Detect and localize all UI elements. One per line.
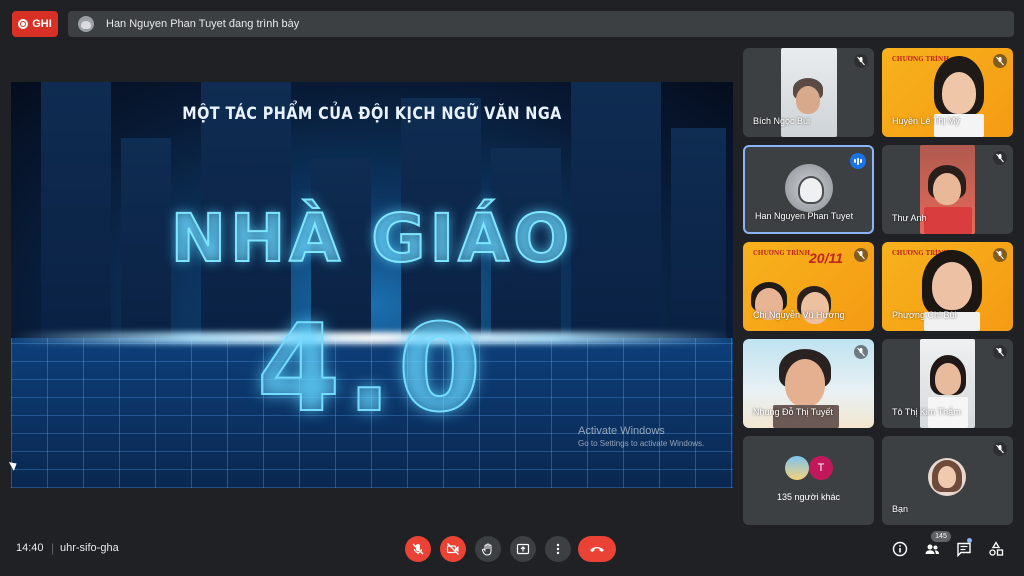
participant-tile[interactable]: CHƯƠNG TRÌNH 20/11 Chi Nguyễn Vũ Hương (743, 242, 874, 331)
speaking-indicator-icon (850, 153, 866, 169)
face (932, 262, 972, 310)
slide-subtitle: MỘT TÁC PHẨM CỦA ĐỘI KỊCH NGỮ VĂN NGA (182, 104, 562, 124)
mic-off-icon (993, 442, 1007, 456)
participant-name: Thư Anh (892, 213, 927, 223)
participant-name: Bích Ngọc Bùi (753, 116, 811, 126)
clock: 14:40 (16, 542, 44, 554)
mic-off-icon (993, 248, 1007, 262)
record-icon (18, 19, 29, 29)
participant-name: Han Nguyen Phan Tuyet (755, 211, 854, 221)
meeting-details-button[interactable] (891, 540, 909, 558)
chat-unread-dot (967, 538, 972, 543)
footer-separator: | (51, 541, 55, 555)
camera-off-icon (446, 543, 459, 555)
event-banner: CHƯƠNG TRÌNH (892, 56, 950, 63)
activate-windows-watermark: Activate Windows Go to Settings to activ… (578, 425, 704, 448)
presenting-text: Han Nguyen Phan Tuyet đang trình bày (106, 18, 300, 30)
others-avatar (785, 456, 809, 480)
participant-tile[interactable]: CHƯƠNG TRÌNH Huyền Lê Thị Mỹ (882, 48, 1013, 137)
camera-toggle-button[interactable] (440, 536, 466, 562)
present-icon (516, 543, 530, 555)
slide-title: NHÀ GIÁO (170, 199, 574, 278)
info-icon (892, 541, 908, 557)
participant-name: Chi Nguyễn Vũ Hương (753, 310, 845, 320)
participant-tile[interactable]: Nhung Đỗ Thị Tuyết (743, 339, 874, 428)
mic-off-icon (993, 345, 1007, 359)
mic-off-icon (993, 54, 1007, 68)
mic-off-icon (854, 54, 868, 68)
more-options-icon (556, 543, 560, 555)
participant-avatar (785, 164, 833, 212)
face (938, 466, 956, 488)
face (933, 173, 961, 205)
others-count: 135 người khác (777, 492, 840, 502)
face (935, 363, 961, 395)
event-banner: CHƯƠNG TRÌNH (753, 250, 811, 257)
face (796, 86, 820, 114)
self-tile[interactable]: Bạn (882, 436, 1013, 525)
participant-name: Huyền Lê Thị Mỹ (892, 116, 960, 126)
participant-name: Phương Chi Bùi (892, 310, 957, 320)
slide-number: 4.0 (256, 299, 488, 440)
participant-tile[interactable]: Thư Anh (882, 145, 1013, 234)
others-tile[interactable]: T 135 người khác (743, 436, 874, 525)
watermark-line2: Go to Settings to activate Windows. (578, 439, 705, 448)
participant-tile-active[interactable]: Han Nguyen Phan Tuyet (743, 145, 874, 234)
presentation-screen: MỘT TÁC PHẨM CỦA ĐỘI KỊCH NGỮ VĂN NGA NH… (11, 82, 733, 488)
activities-button[interactable] (987, 540, 1005, 558)
face (942, 72, 976, 114)
raise-hand-button[interactable] (475, 536, 501, 562)
others-avatar-initial: T (809, 456, 833, 480)
leave-call-button[interactable] (578, 536, 616, 562)
hang-up-icon (590, 547, 604, 552)
shirt (924, 207, 972, 234)
mic-off-icon (993, 151, 1007, 165)
record-button[interactable]: GHI (12, 11, 58, 37)
mic-toggle-button[interactable] (405, 536, 431, 562)
people-button[interactable] (923, 540, 941, 558)
participant-name: Nhung Đỗ Thị Tuyết (753, 407, 833, 417)
people-icon (925, 544, 939, 554)
watermark-line1: Activate Windows (578, 425, 665, 437)
people-count-badge: 145 (931, 531, 951, 542)
avatar-figure (798, 176, 824, 204)
participant-tile[interactable]: Bích Ngọc Bùi (743, 48, 874, 137)
participant-tile[interactable]: CHƯƠNG TRÌNH Phương Chi Bùi (882, 242, 1013, 331)
presenting-banner[interactable]: Han Nguyen Phan Tuyet đang trình bày (68, 11, 1014, 37)
participant-tile[interactable]: Tô Thị Kim Thắm (882, 339, 1013, 428)
face (785, 359, 825, 407)
more-options-button[interactable] (545, 536, 571, 562)
participant-video (920, 145, 975, 234)
raise-hand-icon (481, 543, 492, 556)
event-date: 20/11 (809, 250, 843, 266)
mic-off-icon (854, 345, 868, 359)
mic-off-icon (412, 543, 424, 555)
present-now-button[interactable] (510, 536, 536, 562)
participant-name: Tô Thị Kim Thắm (892, 407, 961, 417)
participant-name: Bạn (892, 504, 909, 514)
meeting-code: uhr-sifo-gha (60, 542, 119, 554)
activities-icon (989, 541, 1004, 556)
self-avatar (928, 458, 966, 496)
record-label: GHI (32, 18, 52, 30)
chat-icon (957, 542, 971, 557)
presenter-avatar (78, 16, 94, 32)
mic-off-icon (854, 248, 868, 262)
